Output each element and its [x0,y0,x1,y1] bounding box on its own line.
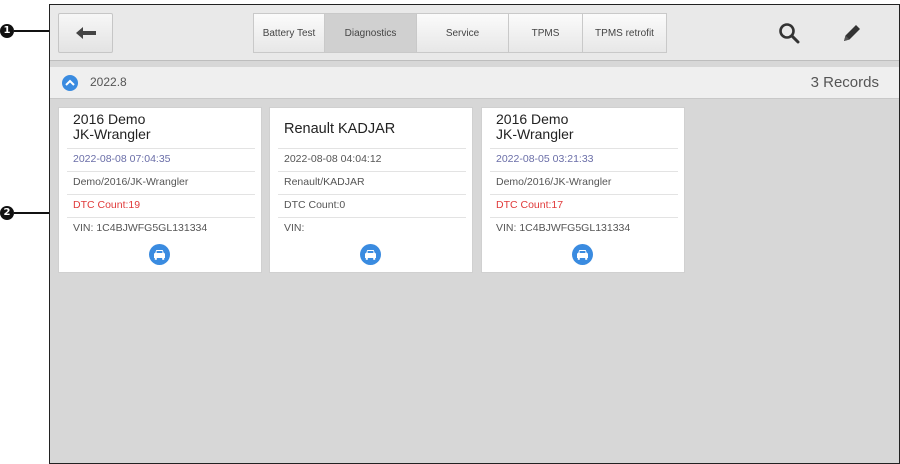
record-date: 2022-08-08 04:04:12 [284,153,382,165]
callout-2-line [14,212,50,214]
vehicle-path: Demo/2016/JK-Wrangler [73,176,189,188]
dtc-count: DTC Count:0 [284,199,346,211]
open-vehicle-button[interactable] [360,244,381,265]
record-date: 2022-08-05 03:21:33 [496,153,594,165]
open-vehicle-button[interactable] [149,244,170,265]
edit-pencil-icon [844,25,860,41]
callout-2: 2 [0,206,14,220]
tab-battery-test[interactable]: Battery Test [253,13,325,53]
open-vehicle-button[interactable] [572,244,593,265]
callout-1: 1 [0,24,14,38]
records-group-header[interactable]: 2022.8 3 Records [50,67,899,99]
car-icon [365,250,376,260]
vehicle-path: Renault/KADJAR [284,176,365,188]
app-screen: Battery Test Diagnostics Service TPMS TP… [49,4,900,464]
vehicle-title: Renault KADJAR [284,121,396,137]
vehicle-record-card[interactable]: 2016 Demo JK-Wrangler 2022-08-05 03:21:33… [481,107,685,273]
tab-tpms-retrofit[interactable]: TPMS retrofit [583,13,667,53]
search-button[interactable] [775,19,803,47]
vin-number: VIN: 1C4BJWFG5GL131334 [73,222,208,234]
vehicle-title: 2016 Demo JK-Wrangler [73,111,151,142]
car-icon [154,250,165,260]
callout-1-line [14,30,50,32]
search-icon [779,23,800,44]
vin-number: VIN: [284,222,305,234]
tab-diagnostics[interactable]: Diagnostics [325,13,417,53]
group-date-label: 2022.8 [90,75,127,89]
vin-number: VIN: 1C4BJWFG5GL131334 [496,222,631,234]
record-date: 2022-08-08 07:04:35 [73,153,171,165]
function-tabs: Battery Test Diagnostics Service TPMS TP… [253,13,667,53]
collapse-chevron-icon[interactable] [62,75,78,91]
car-icon [577,250,588,260]
records-count: 3 Records [810,74,879,91]
top-toolbar: Battery Test Diagnostics Service TPMS TP… [50,5,899,61]
vehicle-path: Demo/2016/JK-Wrangler [496,176,612,188]
back-arrow-icon [75,27,96,39]
tab-tpms[interactable]: TPMS [509,13,583,53]
edit-button[interactable] [838,19,866,47]
back-button[interactable] [58,13,113,53]
vehicle-record-card[interactable]: Renault KADJAR 2022-08-08 04:04:12 Renau… [269,107,473,273]
dtc-count: DTC Count:17 [496,199,564,211]
vehicle-record-card[interactable]: 2016 Demo JK-Wrangler 2022-08-08 07:04:35… [58,107,262,273]
dtc-count: DTC Count:19 [73,199,141,211]
vehicle-title: 2016 Demo JK-Wrangler [496,111,574,142]
tab-service[interactable]: Service [417,13,509,53]
